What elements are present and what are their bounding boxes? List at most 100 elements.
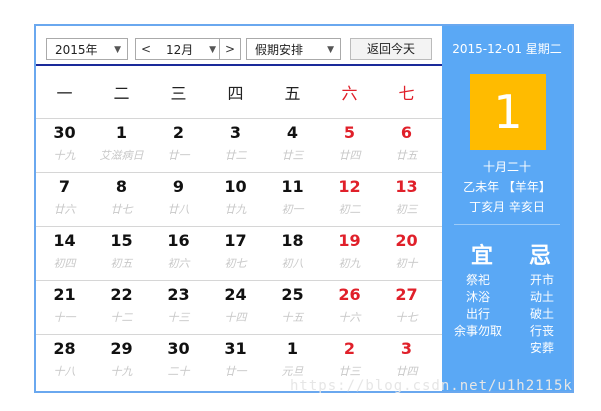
day-number: 10 [224,177,247,196]
day-cell[interactable]: 22 十二 [93,281,150,334]
lunar-label: 元旦 [281,365,304,378]
panel-divider [454,224,560,225]
week-row: 30 十九 1 艾滋病日 2 廿一 3 廿二 4 廿三 5 廿四 6 廿五 [36,118,442,172]
calendar-toolbar: 2015年 ▼ < 12月 ▼ > 假期安排 ▼ 返回今天 [46,38,436,62]
day-cell[interactable]: 30 十九 [36,119,93,172]
lunar-label: 廿五 [395,149,418,162]
day-cell[interactable]: 26 十六 [321,281,378,334]
lunar-label: 十二 [110,311,133,324]
day-cell[interactable]: 6 廿五 [378,119,435,172]
weekday-label: 一 [56,84,73,103]
lunar-label: 廿九 [224,203,247,216]
day-number: 22 [110,285,133,304]
day-cell[interactable]: 18 初八 [264,227,321,280]
weekday-label: 三 [170,84,187,103]
ganzhi-date: 丁亥月 辛亥日 [469,200,545,214]
chevron-left-icon: < [140,42,152,56]
watermark: https://blog.csdn.net/u1h2115k [290,378,573,394]
day-number: 3 [400,339,413,358]
day-cell[interactable]: 25 十五 [264,281,321,334]
day-number: 17 [224,231,247,250]
day-cell[interactable]: 23 十三 [150,281,207,334]
day-cell[interactable]: 16 初六 [150,227,207,280]
lunar-label: 初一 [281,203,304,216]
lunar-label: 廿一 [224,365,247,378]
chevron-down-icon: ▼ [209,45,216,55]
day-cell[interactable]: 31 廿一 [207,335,264,388]
lunar-label: 十八 [53,365,76,378]
day-number: 19 [338,231,361,250]
day-cell[interactable]: 4 廿三 [264,119,321,172]
day-cell[interactable]: 3 廿二 [207,119,264,172]
day-grid: 30 十九 1 艾滋病日 2 廿一 3 廿二 4 廿三 5 廿四 6 廿五 7 廿六 8 廿七 9 廿八 10 廿九 11 初… [36,118,442,388]
day-number: 29 [110,339,133,358]
day-cell[interactable]: 5 廿四 [321,119,378,172]
day-detail-panel: 2015-12-01 星期二 1 十月二十 乙未年 【羊年】 丁亥月 辛亥日 宜… [442,26,572,391]
weekday-header: 一 二 三 四 五 六 七 [36,74,442,114]
lunar-label: 初九 [338,257,361,270]
day-cell[interactable]: 10 廿九 [207,173,264,226]
day-number: 13 [395,177,418,196]
day-cell[interactable]: 21 十一 [36,281,93,334]
weekday-label: 四 [227,84,244,103]
day-number: 30 [167,339,190,358]
day-cell[interactable]: 1 艾滋病日 [93,119,150,172]
month-select[interactable]: 12月 ▼ [156,38,220,60]
day-number: 28 [53,339,76,358]
day-cell[interactable]: 8 廿七 [93,173,150,226]
lunar-label: 廿六 [53,203,76,216]
day-cell[interactable]: 12 初二 [321,173,378,226]
yi-item: 沐浴 [465,290,490,304]
day-number: 18 [281,231,304,250]
lunar-label: 十五 [281,311,304,324]
day-cell[interactable]: 17 初七 [207,227,264,280]
year-select[interactable]: 2015年 ▼ [46,38,128,60]
weekday-label: 二 [113,84,130,103]
day-cell[interactable]: 27 十七 [378,281,435,334]
day-cell[interactable]: 28 十八 [36,335,93,388]
selected-date: 2015-12-01 星期二 [452,42,562,56]
day-number: 2 [343,339,356,358]
week-row: 7 廿六 8 廿七 9 廿八 10 廿九 11 初一 12 初二 13 初三 [36,172,442,226]
day-cell[interactable]: 2 廿一 [150,119,207,172]
lunar-label: 十九 [110,365,133,378]
next-month-button[interactable]: > [219,38,241,60]
chevron-down-icon: ▼ [327,45,334,55]
lunar-label: 廿八 [167,203,190,216]
day-cell[interactable]: 11 初一 [264,173,321,226]
lunar-label: 初三 [395,203,418,216]
day-cell[interactable]: 19 初九 [321,227,378,280]
ji-item: 安葬 [529,341,554,355]
lunar-label: 十九 [53,149,76,162]
day-cell[interactable]: 29 十九 [93,335,150,388]
day-cell[interactable]: 24 十四 [207,281,264,334]
day-number: 1 [115,123,128,142]
weekday-label: 六 [341,84,358,103]
day-cell[interactable]: 15 初五 [93,227,150,280]
yi-item: 余事勿取 [453,324,502,338]
ji-title: 忌 [528,244,551,269]
back-to-today-button[interactable]: 返回今天 [350,38,432,60]
day-number: 11 [281,177,304,196]
day-cell[interactable]: 9 廿八 [150,173,207,226]
lunar-label: 十七 [395,311,418,324]
day-cell[interactable]: 14 初四 [36,227,93,280]
yi-item: 祭祀 [465,273,490,287]
lunar-year: 乙未年 【羊年】 [463,180,551,194]
prev-month-button[interactable]: < [135,38,157,60]
day-cell[interactable]: 7 廿六 [36,173,93,226]
lunar-label: 廿三 [338,365,361,378]
day-cell[interactable]: 20 初十 [378,227,435,280]
holiday-select[interactable]: 假期安排 ▼ [246,38,341,60]
day-number: 15 [110,231,133,250]
day-cell[interactable]: 30 二十 [150,335,207,388]
day-number: 21 [53,285,76,304]
lunar-label: 初六 [167,257,190,270]
lunar-label: 初十 [395,257,418,270]
day-number: 7 [58,177,71,196]
lunar-date: 十月二十 [482,160,531,174]
chevron-down-icon: ▼ [114,45,121,55]
day-number: 24 [224,285,247,304]
yi-list: 祭祀 沐浴 出行 余事勿取 [452,272,504,340]
day-cell[interactable]: 13 初三 [378,173,435,226]
